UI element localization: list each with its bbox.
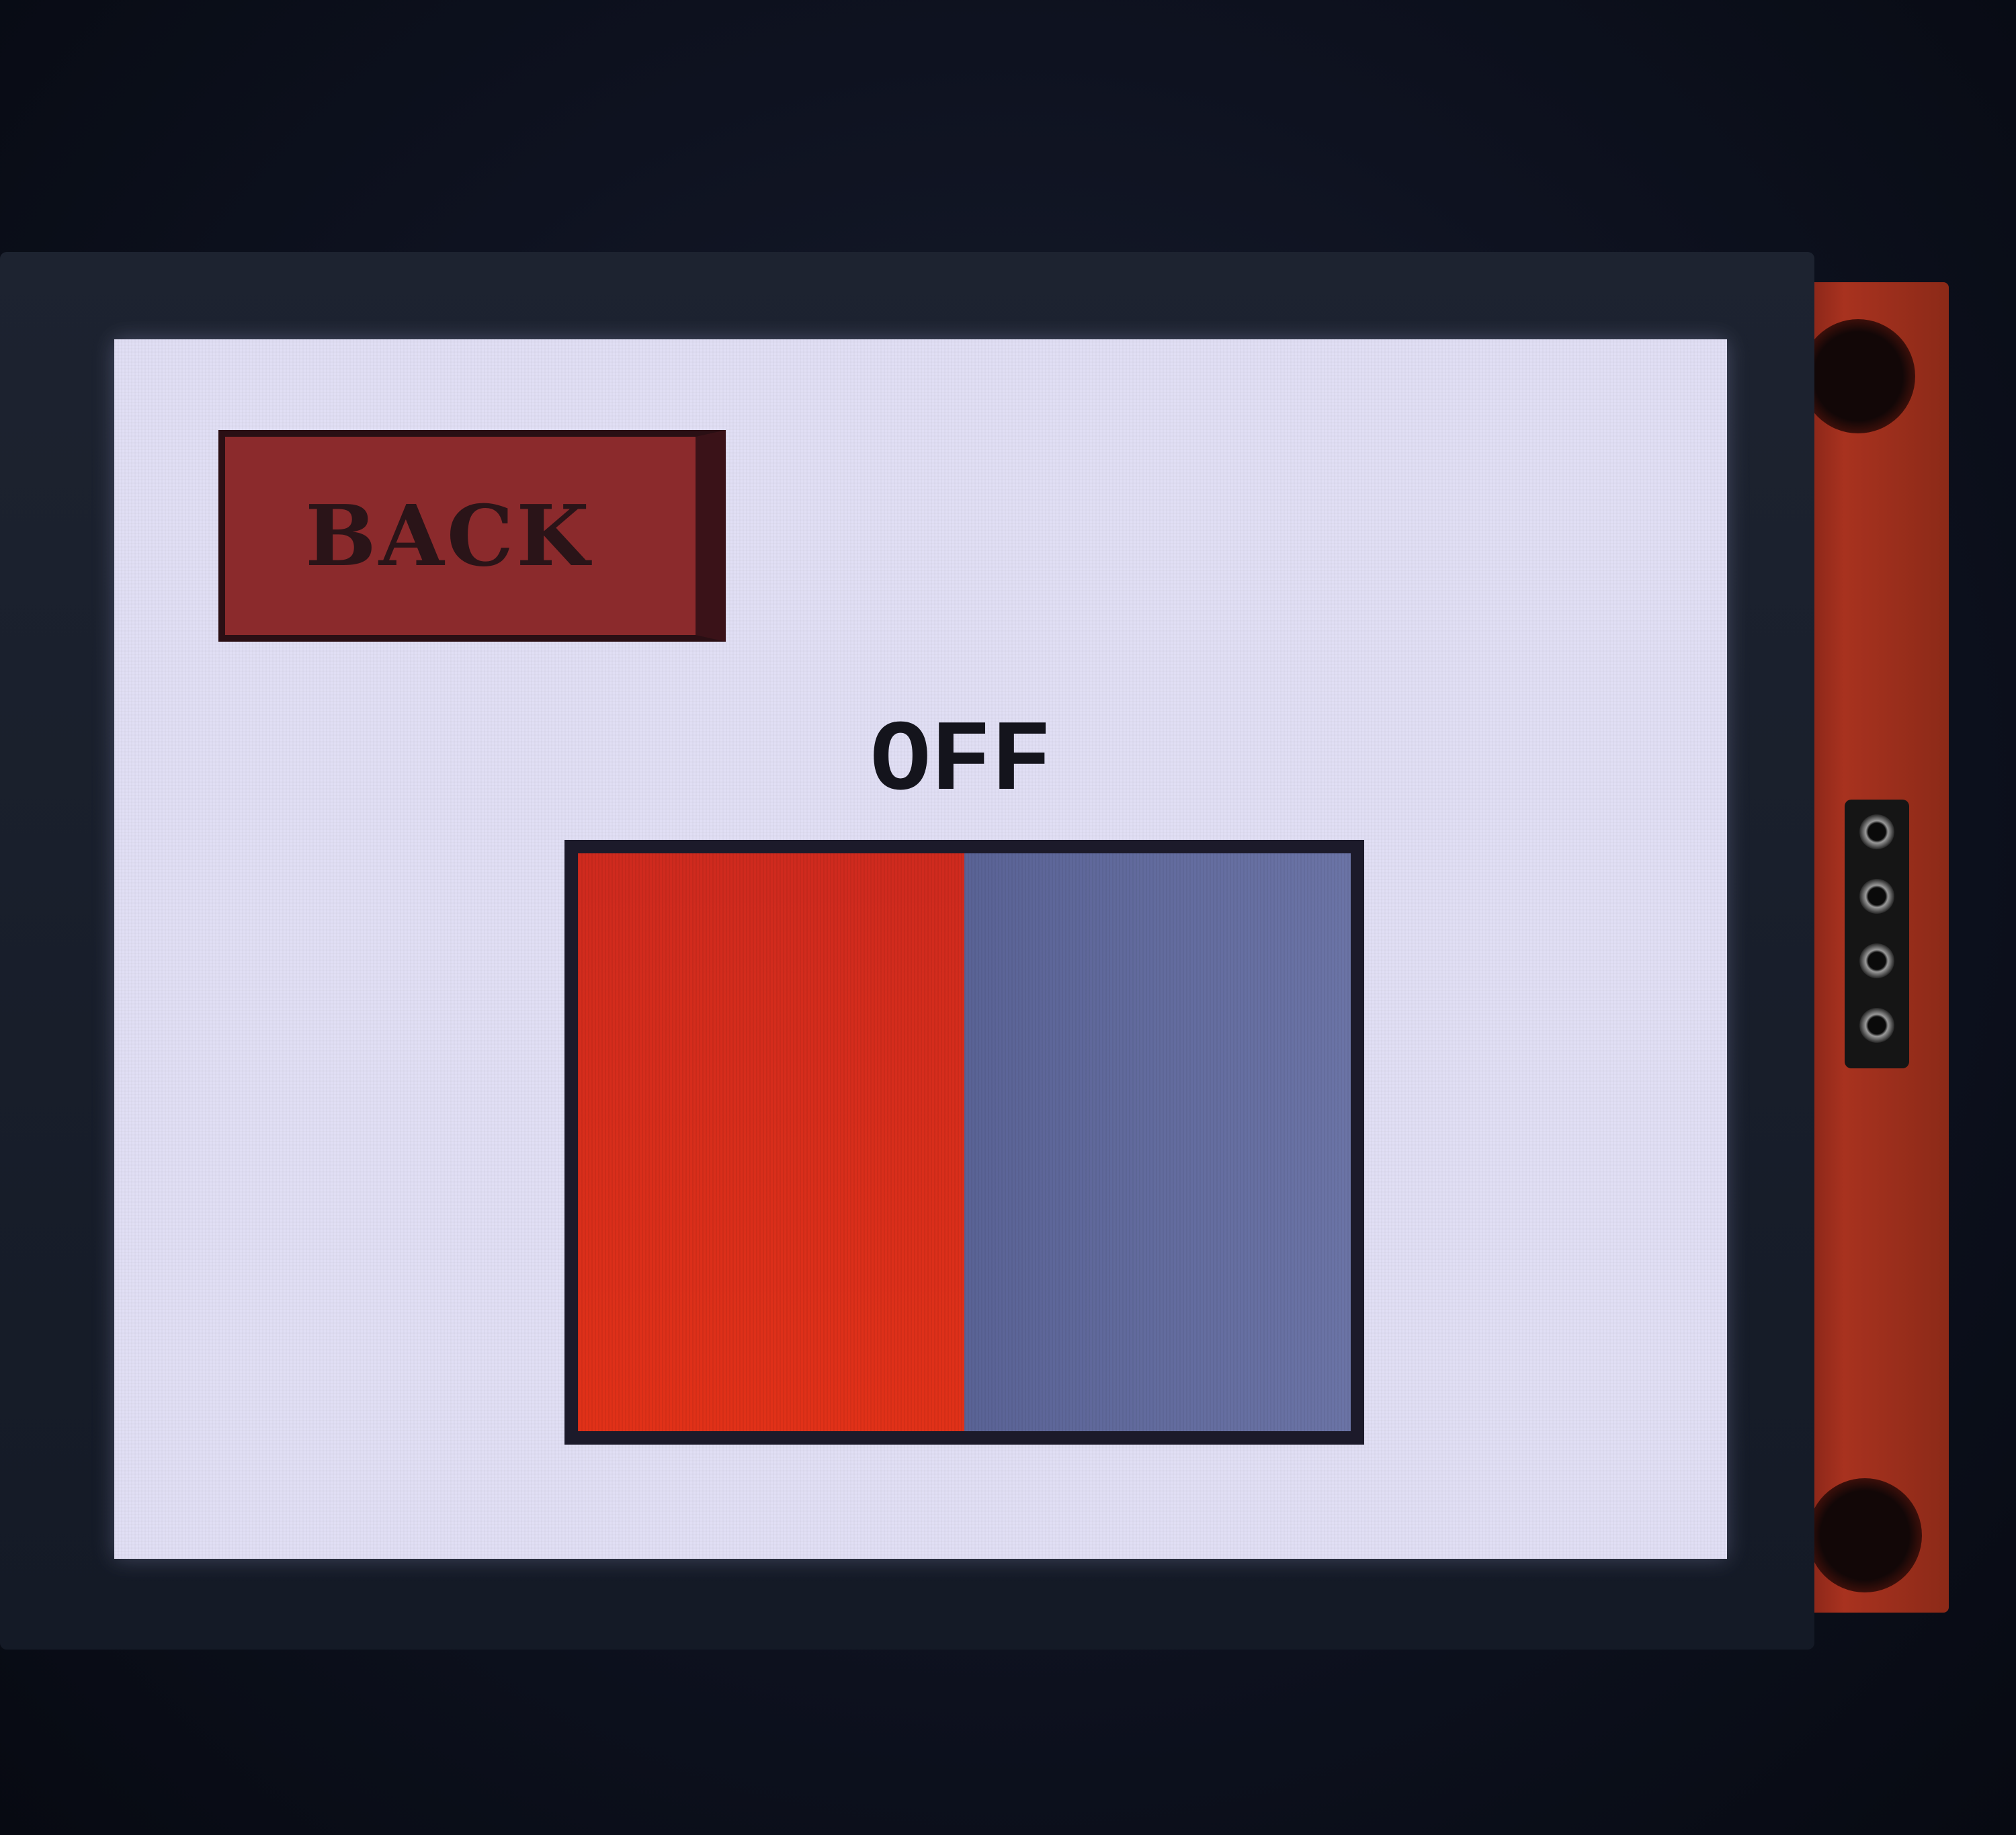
back-button[interactable]: BACK [218,430,726,642]
mount-hole-bottom [1808,1478,1922,1592]
toggle-switch[interactable] [564,840,1364,1445]
header-pin [1859,943,1894,978]
status-text: OFF [870,706,1052,820]
header-pin [1859,814,1894,849]
header-pins [1845,800,1909,1068]
mount-hole-top [1801,319,1915,433]
toggle-left-half [578,853,964,1431]
lcd-screen: BACK OFF [114,339,1727,1559]
back-button-label: BACK [305,486,592,585]
header-pin [1859,879,1894,914]
toggle-right-half [964,853,1351,1431]
header-pin [1859,1008,1894,1043]
